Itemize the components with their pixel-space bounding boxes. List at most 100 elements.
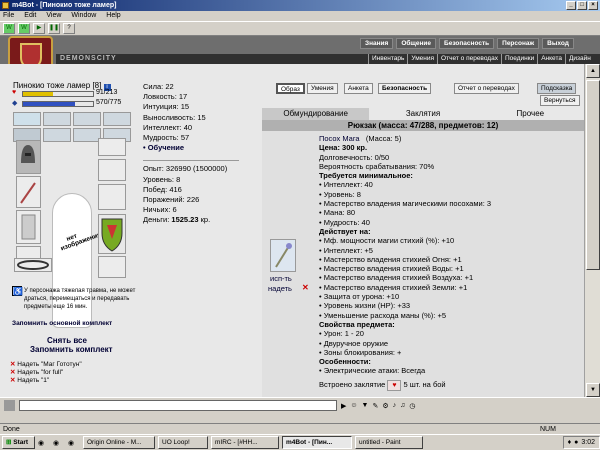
connect-all-icon[interactable]: W <box>18 23 30 34</box>
slot-amulet[interactable] <box>43 128 71 142</box>
remember-main-set-link[interactable]: Запомнить основной комплект <box>12 320 112 327</box>
delete-icon[interactable]: ✕ <box>10 369 15 376</box>
effect-item: • Интеллект: +5 <box>319 245 373 255</box>
subnav-design[interactable]: Дизайн <box>564 54 594 64</box>
play-icon[interactable]: ▶ <box>33 23 45 34</box>
connect-icon[interactable]: W <box>3 23 15 34</box>
nav-communication[interactable]: Общение <box>396 38 437 49</box>
slot-ring[interactable] <box>103 112 131 126</box>
property-item: • Двуручное оружие <box>319 338 389 348</box>
slot-ring[interactable] <box>13 112 41 126</box>
start-button[interactable]: ⊞ Start <box>2 436 35 449</box>
slot-ring[interactable] <box>43 112 71 126</box>
tab-skills[interactable]: Умения <box>307 83 338 94</box>
menu-file[interactable]: File <box>3 11 14 21</box>
requirement-item: • Интеллект: 40 <box>319 180 373 190</box>
hint-button[interactable]: Подсказка <box>537 83 577 94</box>
set-label[interactable]: Надеть "1" <box>17 377 49 384</box>
menu-view[interactable]: View <box>46 11 61 21</box>
time-icon[interactable]: ◷ <box>409 402 415 410</box>
shield-slot[interactable] <box>98 214 126 254</box>
task-uoloop[interactable]: UO Loop! <box>158 436 208 449</box>
use-item-link[interactable]: исп-ть <box>270 274 292 283</box>
progress-label: Побед: <box>143 184 168 194</box>
nav-character[interactable]: Персонаж <box>497 38 540 49</box>
task-paint[interactable]: untitled - Paint <box>355 436 423 449</box>
tab-security[interactable]: Безопасность <box>378 83 432 94</box>
clear-icon[interactable]: ✎ <box>372 402 378 410</box>
maximize-button[interactable]: □ <box>577 1 587 10</box>
delete-item-icon[interactable]: ✕ <box>302 283 309 292</box>
tab-spells[interactable]: Заклятия <box>369 108 477 120</box>
belt-slot[interactable] <box>14 258 52 272</box>
minimize-button[interactable]: _ <box>566 1 576 10</box>
features-title: Особенности: <box>319 357 371 367</box>
tab-transfers[interactable]: Отчет о переводах <box>454 83 519 94</box>
delete-icon[interactable]: ✕ <box>10 377 15 384</box>
tab-obraz[interactable]: Образ <box>276 83 305 94</box>
quicklaunch-icon[interactable]: ◉ <box>53 439 65 447</box>
scroll-thumb[interactable] <box>586 80 600 270</box>
quicklaunch-icon[interactable]: ◉ <box>68 439 80 447</box>
page-scrollbar[interactable]: ▲ ▼ <box>584 64 600 397</box>
delete-icon[interactable]: ✕ <box>10 361 15 368</box>
set-item[interactable]: ✕ Надеть "Маг Гототун" <box>10 361 82 369</box>
task-m4bot[interactable]: m4Bot - [Пин... <box>282 436 352 449</box>
item-name[interactable]: Посох Мага <box>319 134 360 143</box>
help-icon[interactable]: ? <box>63 23 75 34</box>
helmet-icon <box>21 145 35 163</box>
quicklaunch-icon[interactable]: ◉ <box>38 439 50 447</box>
task-mirc[interactable]: mIRC - [#HH... <box>211 436 279 449</box>
bracer-slot[interactable] <box>98 159 126 181</box>
sound-icon[interactable]: ♫ <box>400 402 405 409</box>
task-origin[interactable]: Origin Online - M... <box>83 436 155 449</box>
subnav-profile[interactable]: Анкета <box>537 54 565 64</box>
subnav-inventory[interactable]: Инвентарь <box>368 54 407 64</box>
helmet-slot[interactable] <box>16 140 41 174</box>
tab-other[interactable]: Прочее <box>476 108 584 120</box>
set-item[interactable]: ✕ Надеть "for full" <box>10 369 82 377</box>
nav-knowledge[interactable]: Знания <box>360 38 394 49</box>
set-label[interactable]: Надеть "Маг Гототун" <box>17 361 81 368</box>
tab-equipment[interactable]: Обмундирование <box>262 108 370 120</box>
boots-slot[interactable] <box>98 184 126 210</box>
weapon-slot[interactable] <box>16 176 41 208</box>
slot-amulet[interactable] <box>73 128 101 142</box>
stat-label: Выносливость: <box>143 112 196 122</box>
stat-label: Интуиция: <box>143 102 179 112</box>
wear-item-link[interactable]: надеть <box>268 284 292 293</box>
subnav-transfers[interactable]: Отчет о переводах <box>437 54 501 64</box>
spell-label: Встроено заклятие <box>319 379 386 389</box>
legs-slot[interactable] <box>98 256 126 278</box>
pause-icon[interactable]: ❚❚ <box>48 23 60 34</box>
tab-profile[interactable]: Анкета <box>344 83 373 94</box>
subnav-skills[interactable]: Умения <box>407 54 437 64</box>
armor-slot[interactable] <box>16 210 41 244</box>
set-label[interactable]: Надеть "for full" <box>17 369 63 376</box>
scroll-down-icon[interactable]: ▼ <box>586 383 600 397</box>
close-button[interactable]: × <box>588 1 598 10</box>
remember-set-button[interactable]: Запомнить комплект <box>30 345 113 354</box>
back-button[interactable]: Вернуться <box>540 95 580 106</box>
menu-window[interactable]: Window <box>71 11 96 21</box>
tray-icon[interactable]: ● <box>574 437 578 448</box>
slot-ring[interactable] <box>73 112 101 126</box>
menu-edit[interactable]: Edit <box>24 11 36 21</box>
smiley-icon[interactable]: ☺ <box>350 402 357 409</box>
earring-slot[interactable] <box>98 138 126 156</box>
subnav-duels[interactable]: Поединки <box>500 54 537 64</box>
set-item[interactable]: ✕ Надеть "1" <box>10 377 82 385</box>
chat-input[interactable] <box>19 400 337 411</box>
chat-icon[interactable] <box>4 400 15 411</box>
training-link[interactable]: • Обучение <box>143 143 239 153</box>
filter-icon[interactable]: ▼ <box>362 402 369 409</box>
remove-all-button[interactable]: Снять все <box>47 336 87 345</box>
menu-help[interactable]: Help <box>106 11 120 21</box>
scroll-up-icon[interactable]: ▲ <box>586 64 600 78</box>
nav-security[interactable]: Безопасность <box>439 38 495 49</box>
send-icon[interactable]: ▶ <box>341 402 346 410</box>
music-icon[interactable]: ♪ <box>393 402 397 409</box>
nav-exit[interactable]: Выход <box>542 38 574 49</box>
settings-icon[interactable]: ⚙ <box>382 402 388 410</box>
tray-icon[interactable]: ♦ <box>568 437 572 448</box>
